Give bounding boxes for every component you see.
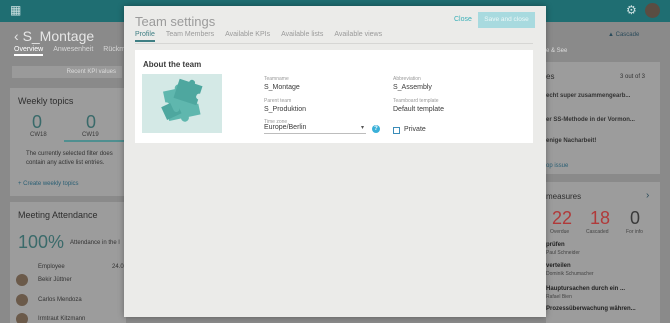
issues-title: es — [546, 72, 555, 81]
overdue-label: Overdue — [550, 229, 570, 235]
issue-item[interactable]: echt super zusammengearb... — [546, 92, 630, 101]
parent-team-label: Parent team — [264, 98, 292, 104]
private-checkbox[interactable] — [393, 127, 400, 134]
measures-title: measures — [546, 192, 582, 201]
modal-tabs: Profile Team Members Available KPIs Avai… — [135, 31, 393, 42]
team-logo[interactable] — [142, 74, 222, 133]
cw1-label: CW18 — [30, 132, 47, 138]
measures-card: measures › 22 Overdue 18 Cascaded 0 For … — [546, 182, 660, 323]
measure-row-title[interactable]: prüfen — [546, 242, 565, 248]
info-count[interactable]: 0 — [630, 208, 640, 229]
employee-value: 24.0 — [112, 264, 124, 270]
attendance-percent: 100% — [18, 232, 65, 252]
cascaded-count[interactable]: 18 — [590, 208, 610, 229]
tab-available-views[interactable]: Available views — [334, 31, 382, 42]
cascade-link[interactable]: ▲ Cascade — [608, 32, 639, 38]
overdue-count[interactable]: 22 — [552, 208, 572, 229]
tab-available-kpis[interactable]: Available KPIs — [225, 31, 270, 42]
page-title: ‹ S_Montage — [14, 28, 95, 44]
cascaded-label: Cascaded — [586, 229, 609, 235]
teamname-label: Teamname — [264, 76, 289, 82]
empty-text-1: The currently selected filter does — [26, 151, 113, 157]
avatar — [16, 313, 28, 323]
add-issue-link[interactable]: op issue — [546, 163, 568, 169]
chevron-left-icon[interactable]: ‹ — [14, 28, 23, 44]
person-name: Carlos Mendoza — [38, 297, 82, 303]
measure-row-title[interactable]: verteilen — [546, 263, 571, 269]
measure-row-title[interactable]: Prozessüberwachung währen... — [546, 306, 636, 312]
parent-team-field[interactable]: S_Produktion — [264, 106, 306, 113]
grid-icon[interactable]: ▦ — [10, 3, 21, 17]
person-name: Bekir Jüttner — [38, 277, 72, 283]
person-name: Irmtraut Kitzmann — [38, 316, 86, 322]
user-avatar[interactable] — [645, 3, 660, 18]
save-and-close-button[interactable]: Save and close — [478, 12, 535, 28]
measure-row-person: Dominik Schumacher — [546, 271, 594, 277]
recent-kpi-button[interactable]: Recent KPI values — [12, 66, 122, 78]
tab-profile[interactable]: Profile — [135, 31, 155, 42]
attendance-text: Attendance in the l — [70, 240, 120, 246]
avatar — [16, 294, 28, 306]
puzzle-icon — [161, 78, 203, 122]
create-weekly-topics-link[interactable]: + Create weekly topics — [18, 181, 79, 187]
private-label: Private — [404, 126, 426, 133]
teamboard-template-label: Teamboard template — [393, 98, 439, 104]
tab-divider — [135, 43, 533, 44]
abbreviation-label: Abbreviation — [393, 76, 421, 82]
right-tabs-partial[interactable]: e & See — [546, 47, 567, 56]
close-button[interactable]: Close — [454, 16, 472, 23]
issue-item[interactable]: er SS-Methode in der Vormon... — [546, 116, 635, 125]
measure-row-person: Rafael Bien — [546, 294, 572, 300]
chevron-right-icon[interactable]: › — [646, 190, 649, 201]
teamname-field[interactable]: S_Montage — [264, 84, 300, 91]
page-tabs: Overview Anwesenheit Rückm — [14, 46, 125, 56]
gear-icon[interactable]: ⚙ — [626, 3, 637, 17]
cw2-count: 0 — [86, 112, 97, 132]
section-title: About the team — [143, 60, 202, 69]
timezone-select[interactable]: Europe/Berlin ▾ — [264, 124, 366, 134]
about-team-panel: About the team Teamname S_Montage Parent… — [135, 50, 533, 143]
meeting-attendance-title: Meeting Attendance — [18, 210, 98, 220]
info-label: For info — [626, 229, 643, 235]
avatar — [16, 274, 28, 286]
measure-row-person: Paul Schneider — [546, 250, 580, 256]
tab-team-members[interactable]: Team Members — [166, 31, 214, 42]
employee-header: Employee — [38, 264, 65, 270]
tab-available-lists[interactable]: Available lists — [281, 31, 323, 42]
chevron-down-icon: ▾ — [360, 125, 364, 131]
teamboard-template-field[interactable]: Default template — [393, 106, 444, 113]
cw2-label: CW19 — [82, 132, 99, 138]
cw1-count[interactable]: 0 — [32, 112, 42, 133]
weekly-topics-card: Weekly topics 0 CW18 0 CW19 The currentl… — [10, 88, 126, 196]
issues-count: 3 out of 3 — [620, 74, 646, 80]
info-icon[interactable]: ? — [372, 125, 380, 133]
empty-text-2: contain any active list entries. — [26, 160, 105, 166]
modal-title: Team settings — [135, 14, 216, 29]
tab-overview[interactable]: Overview — [14, 46, 44, 56]
measure-row-title[interactable]: Hauptursachen durch ein ... — [546, 286, 625, 292]
timezone-value: Europe/Berlin — [264, 124, 307, 131]
tab-feedback[interactable]: Rückm — [103, 46, 125, 56]
weekly-topics-title: Weekly topics — [18, 96, 74, 106]
abbreviation-field[interactable]: S_Assembly — [393, 84, 432, 91]
issues-card: es 3 out of 3 echt super zusammengearb..… — [546, 62, 660, 174]
issue-item[interactable]: enige Nacharbeit! — [546, 137, 596, 146]
tab-attendance[interactable]: Anwesenheit — [53, 46, 93, 56]
team-settings-modal: Team settings Close Save and close Profi… — [124, 6, 546, 317]
meeting-attendance-card: Meeting Attendance 100% Attendance in th… — [10, 202, 126, 323]
